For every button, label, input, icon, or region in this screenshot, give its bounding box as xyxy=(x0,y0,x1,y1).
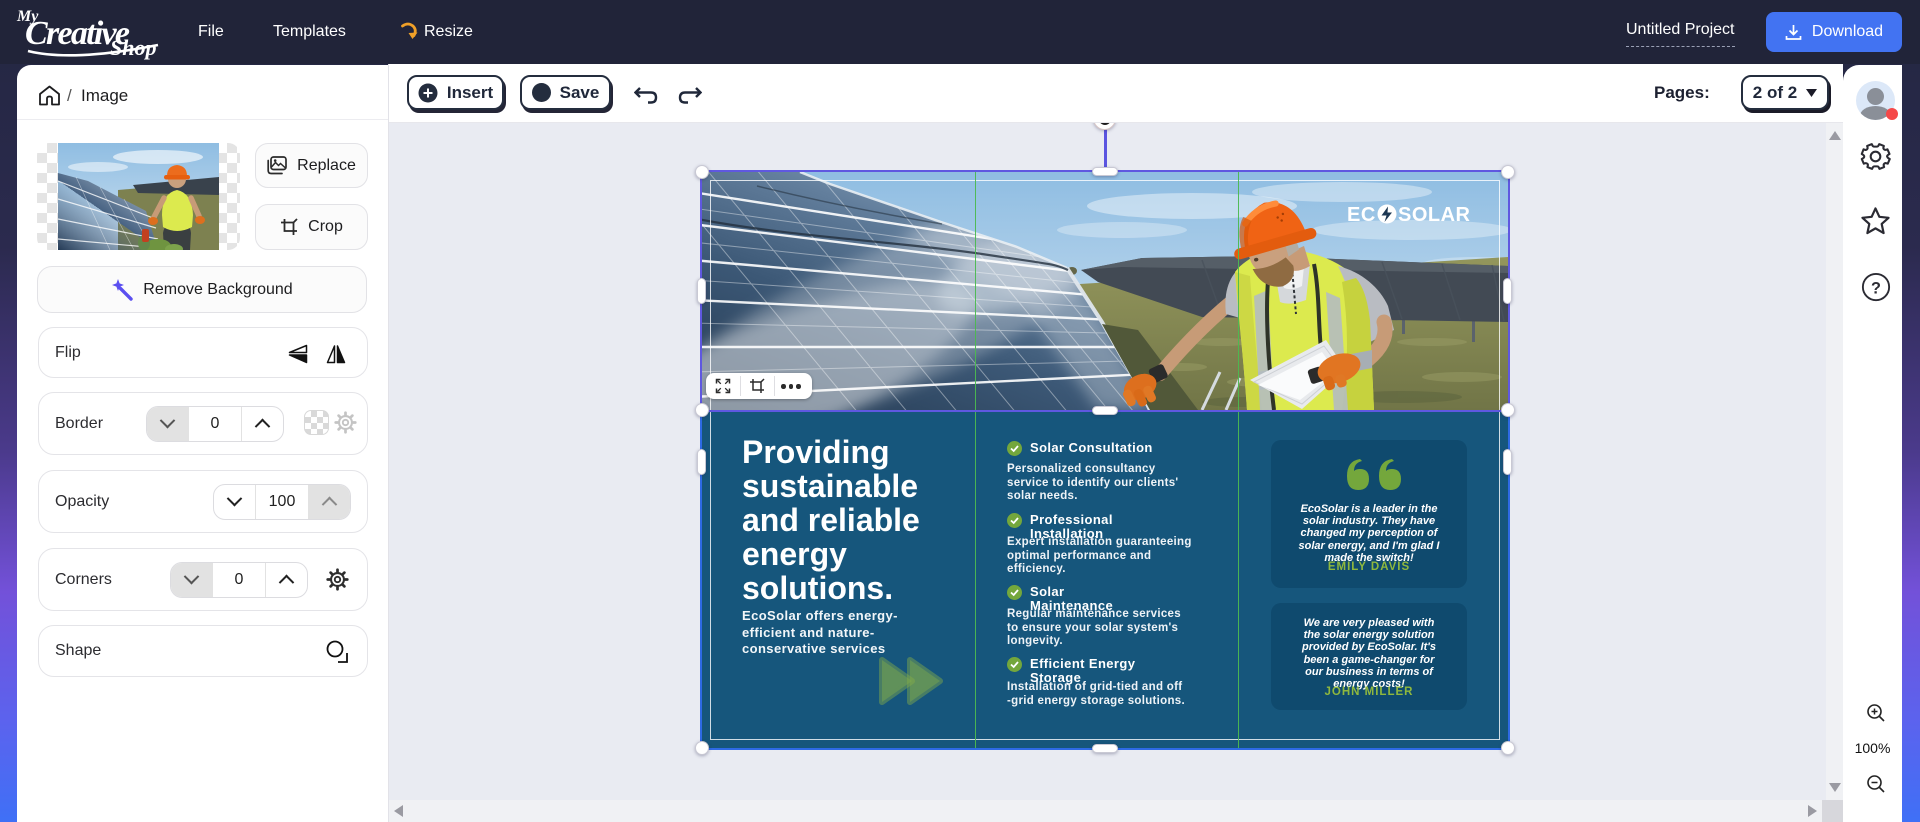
svg-text:?: ? xyxy=(1871,279,1881,297)
